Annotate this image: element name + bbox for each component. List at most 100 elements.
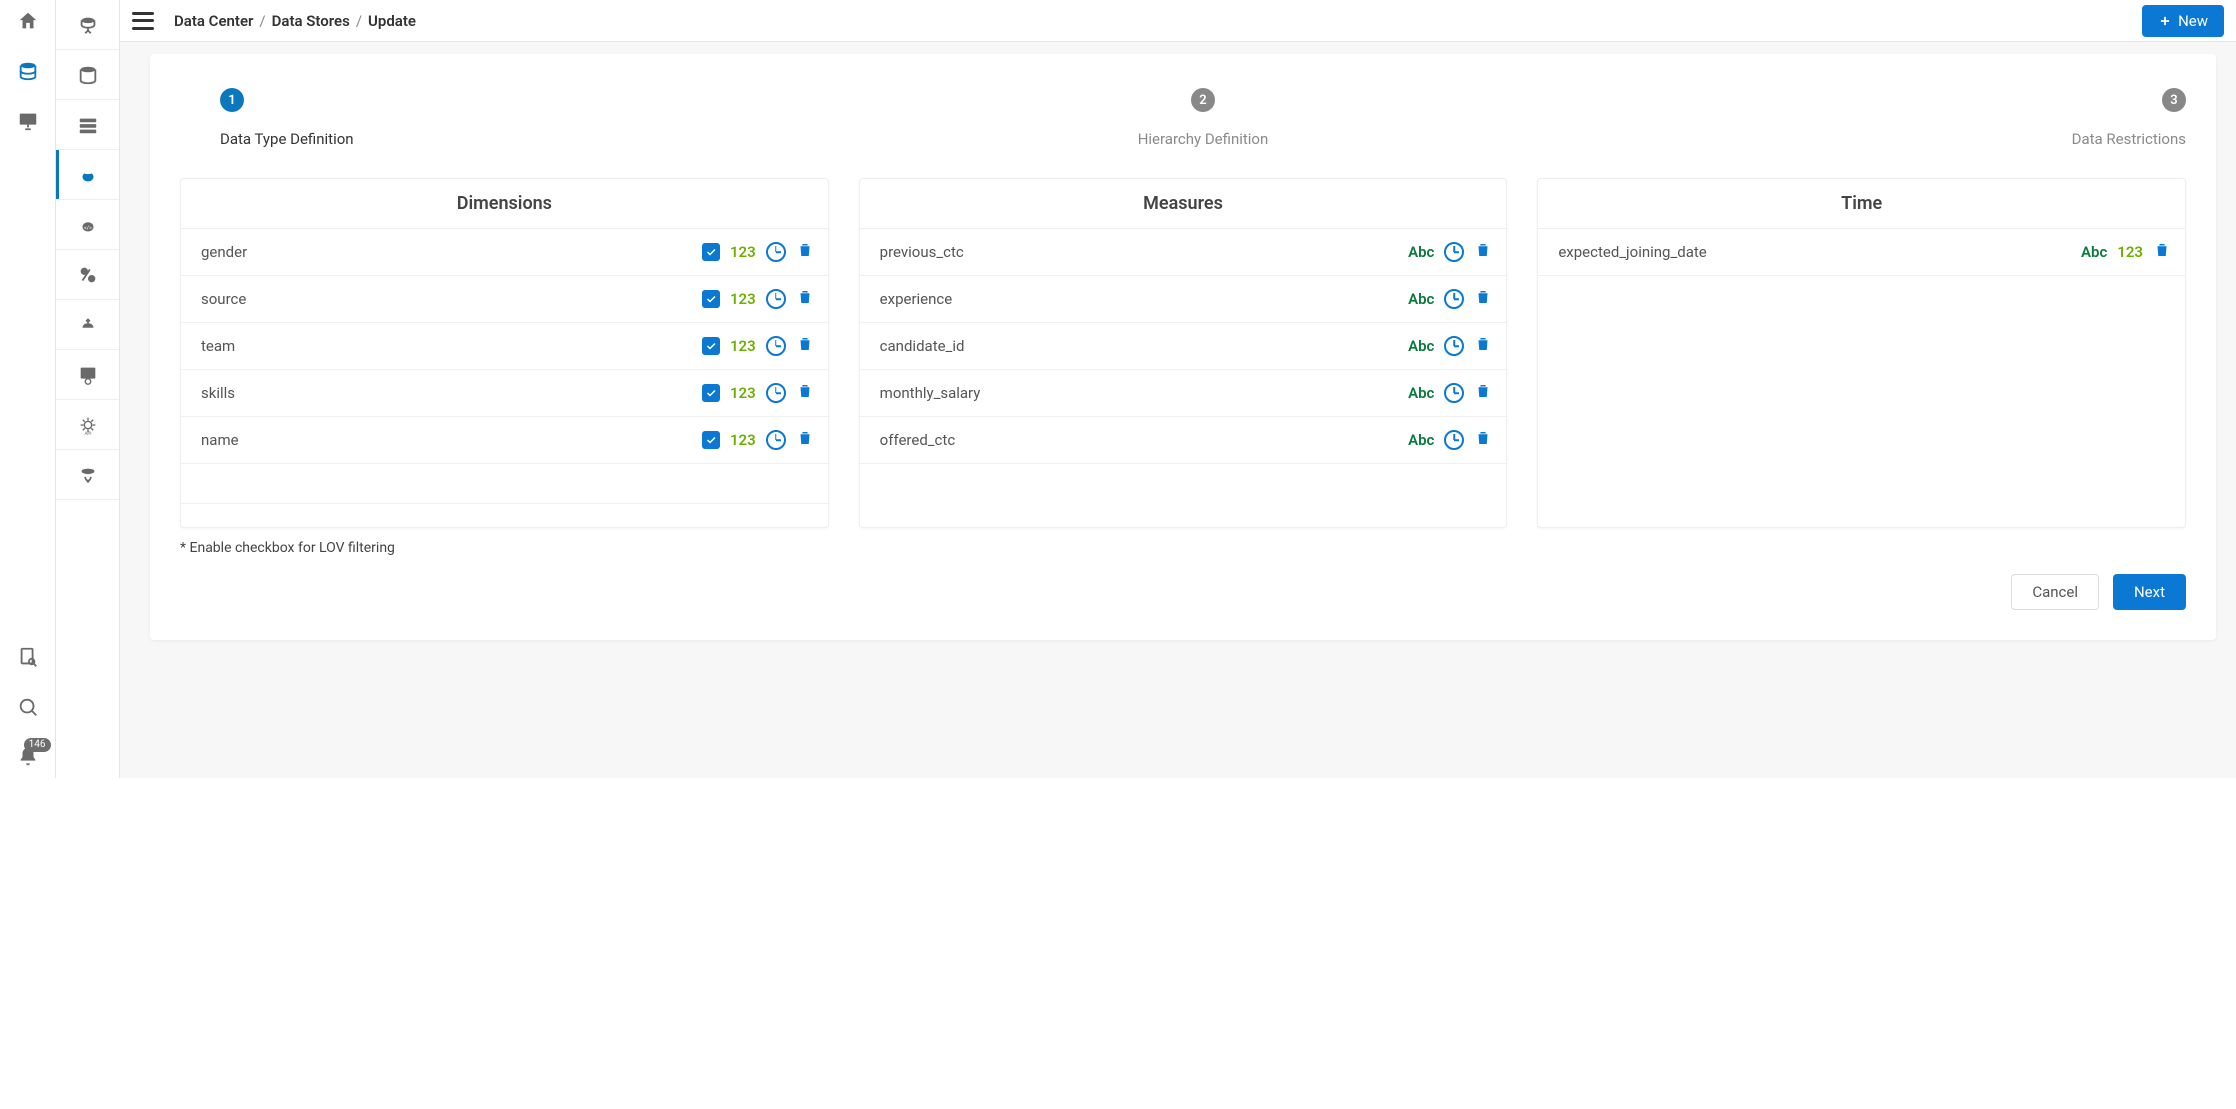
subnav-item-7[interactable]: [56, 350, 119, 400]
measures-title: Measures: [860, 179, 1507, 229]
trash-icon[interactable]: [1474, 429, 1492, 451]
presentation-icon[interactable]: [17, 110, 39, 132]
breadcrumb-sep: /: [259, 12, 265, 30]
dimension-row: gender 123: [181, 229, 828, 276]
clock-icon[interactable]: [1444, 242, 1464, 262]
measure-name: previous_ctc: [880, 243, 1398, 261]
measure-row: previous_ctc Abc: [860, 229, 1507, 276]
breadcrumb-seg-3[interactable]: Update: [368, 12, 416, 30]
trash-icon[interactable]: [796, 382, 814, 404]
step-1[interactable]: 1 Data Type Definition: [180, 88, 875, 148]
home-icon[interactable]: [17, 10, 39, 32]
step-3-label: Data Restrictions: [2072, 130, 2186, 148]
left-rail: 146: [0, 0, 56, 778]
subnav-item-2[interactable]: [56, 100, 119, 150]
step-3[interactable]: 3 Data Restrictions: [1531, 88, 2186, 148]
number-type-icon[interactable]: 123: [730, 337, 756, 355]
measure-name: candidate_id: [880, 337, 1398, 355]
measure-row: candidate_id Abc: [860, 323, 1507, 370]
number-type-icon[interactable]: 123: [730, 243, 756, 261]
bell-icon[interactable]: 146: [17, 746, 39, 768]
search-icon[interactable]: [17, 696, 39, 718]
time-title: Time: [1538, 179, 2185, 229]
subnav-item-0[interactable]: [56, 0, 119, 50]
string-type-icon[interactable]: Abc: [1408, 431, 1434, 449]
dimensions-rows[interactable]: gender 123 source 123: [181, 229, 828, 509]
trash-icon[interactable]: [1474, 241, 1492, 263]
breadcrumb-seg-2[interactable]: Data Stores: [272, 12, 350, 30]
trash-icon[interactable]: [1474, 335, 1492, 357]
string-type-icon[interactable]: Abc: [1408, 384, 1434, 402]
clock-icon[interactable]: [1444, 289, 1464, 309]
notification-badge: 146: [24, 738, 51, 752]
trash-icon[interactable]: [1474, 288, 1492, 310]
number-type-icon[interactable]: 123: [730, 290, 756, 308]
step-2[interactable]: 2 Hierarchy Definition: [875, 88, 1530, 148]
number-type-icon[interactable]: 123: [730, 384, 756, 402]
clock-icon[interactable]: [1444, 336, 1464, 356]
time-row: expected_joining_date Abc 123: [1538, 229, 2185, 276]
measures-panel: Measures previous_ctc Abc experience Abc: [859, 178, 1508, 528]
clock-icon[interactable]: [766, 430, 786, 450]
subnav-item-5[interactable]: [56, 250, 119, 300]
measure-row: experience Abc: [860, 276, 1507, 323]
next-button[interactable]: Next: [2113, 574, 2186, 610]
time-panel: Time expected_joining_date Abc 123: [1537, 178, 2186, 528]
step-2-circle: 2: [1191, 88, 1215, 112]
number-type-icon[interactable]: 123: [730, 431, 756, 449]
dimension-row: team 123: [181, 323, 828, 370]
columns: Dimensions gender 123 source: [180, 178, 2186, 528]
measure-name: monthly_salary: [880, 384, 1398, 402]
clock-icon[interactable]: [766, 242, 786, 262]
string-type-icon[interactable]: Abc: [2081, 243, 2107, 261]
breadcrumb: Data Center / Data Stores / Update: [174, 12, 416, 30]
cancel-button[interactable]: Cancel: [2011, 574, 2099, 610]
clock-icon[interactable]: [766, 289, 786, 309]
trash-icon[interactable]: [2153, 241, 2171, 263]
string-type-icon[interactable]: Abc: [1408, 290, 1434, 308]
trash-icon[interactable]: [1474, 382, 1492, 404]
topbar: Data Center / Data Stores / Update New: [120, 0, 2236, 42]
breadcrumb-seg-1[interactable]: Data Center: [174, 12, 253, 30]
sub-nav: </> API: [56, 0, 120, 778]
new-button[interactable]: New: [2142, 5, 2224, 37]
lov-checkbox[interactable]: [702, 384, 720, 402]
step-1-circle: 1: [220, 88, 244, 112]
lov-checkbox[interactable]: [702, 337, 720, 355]
clock-icon[interactable]: [766, 383, 786, 403]
trash-icon[interactable]: [796, 429, 814, 451]
measures-rows[interactable]: previous_ctc Abc experience Abc: [860, 229, 1507, 509]
subnav-item-1[interactable]: [56, 50, 119, 100]
dimension-name: skills: [201, 384, 692, 402]
lov-checkbox[interactable]: [702, 290, 720, 308]
subnav-item-9[interactable]: [56, 450, 119, 500]
subnav-item-8[interactable]: API: [56, 400, 119, 450]
string-type-icon[interactable]: Abc: [1408, 337, 1434, 355]
dimension-row: source 123: [181, 276, 828, 323]
subnav-item-6[interactable]: [56, 300, 119, 350]
clock-icon[interactable]: [766, 336, 786, 356]
dimension-name: source: [201, 290, 692, 308]
measure-name: experience: [880, 290, 1398, 308]
dimension-name: gender: [201, 243, 692, 261]
subnav-item-4[interactable]: </>: [56, 200, 119, 250]
hamburger-icon[interactable]: [132, 12, 154, 30]
time-rows[interactable]: expected_joining_date Abc 123: [1538, 229, 2185, 509]
clock-icon[interactable]: [1444, 383, 1464, 403]
lov-checkbox[interactable]: [702, 243, 720, 261]
data-center-icon[interactable]: [17, 60, 39, 82]
clock-icon[interactable]: [1444, 430, 1464, 450]
dimension-name: team: [201, 337, 692, 355]
dimension-row: skills 123: [181, 370, 828, 417]
string-type-icon[interactable]: Abc: [1408, 243, 1434, 261]
subnav-item-3[interactable]: [56, 150, 119, 200]
dimension-row: name 123: [181, 417, 828, 464]
lov-checkbox[interactable]: [702, 431, 720, 449]
trash-icon[interactable]: [796, 241, 814, 263]
trash-icon[interactable]: [796, 335, 814, 357]
trash-icon[interactable]: [796, 288, 814, 310]
number-type-icon[interactable]: 123: [2117, 243, 2143, 261]
doc-search-icon[interactable]: [17, 646, 39, 668]
svg-text:API: API: [84, 431, 91, 436]
stepper: 1 Data Type Definition 2 Hierarchy Defin…: [180, 88, 2186, 148]
